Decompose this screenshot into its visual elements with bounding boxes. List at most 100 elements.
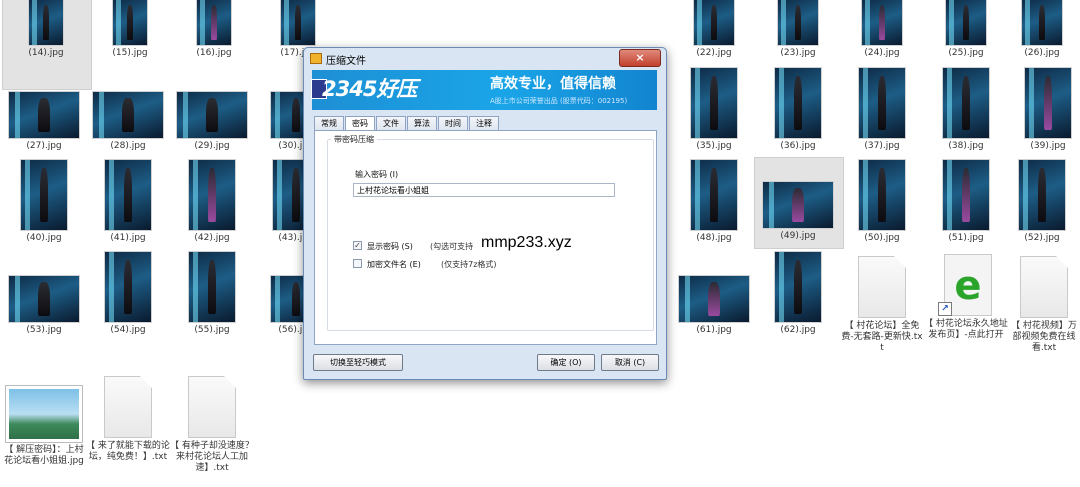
ok-button[interactable]: 确定 (O) [537, 354, 595, 371]
file-50[interactable]: (50).jpg [840, 160, 924, 244]
file-15[interactable]: (15).jpg [88, 0, 172, 59]
shortcut-file[interactable]: e ↗ 【 村花论坛永久地址发布页】-点此打开 [924, 254, 1008, 341]
shortcut-arrow-icon: ↗ [938, 302, 952, 316]
file-61[interactable]: (61).jpg [672, 276, 756, 336]
image-thumbnail [105, 252, 151, 322]
file-29[interactable]: (29).jpg [170, 92, 254, 152]
file-42[interactable]: (42).jpg [170, 160, 254, 244]
show-password-label: 显示密码 (S) [367, 242, 413, 251]
text-file-icon [1020, 256, 1068, 318]
file-name: (49).jpg [780, 231, 816, 241]
file-14[interactable]: (14).jpg [2, 0, 92, 90]
image-thumbnail [1022, 0, 1062, 45]
cancel-button[interactable]: 取消 (C) [601, 354, 659, 371]
file-name: (35).jpg [696, 141, 732, 151]
file-35[interactable]: (35).jpg [672, 68, 756, 152]
file-name: (40).jpg [26, 233, 62, 243]
txt-file-a[interactable]: 【 村花论坛】全免费-无套路-更新快.txt [840, 256, 924, 354]
encrypt-names-note: (仅支持7z格式) [441, 260, 497, 269]
tab-time[interactable]: 时间 [438, 116, 468, 130]
password-input[interactable]: 上村花论坛看小姐姐 [353, 183, 615, 197]
txt-file-c[interactable]: 【 来了就能下载的论坛，纯免费！】.txt [86, 376, 170, 463]
image-thumbnail [943, 68, 989, 138]
close-button[interactable]: × [619, 49, 661, 67]
file-name: 【 村花视频】万部视频免费在线看.txt [1011, 321, 1077, 353]
image-thumbnail [189, 252, 235, 322]
image-thumbnail [943, 160, 989, 230]
file-22[interactable]: (22).jpg [672, 0, 756, 59]
image-file-password[interactable]: 【 解压密码】：上村花论坛看小姐姐.jpg [2, 386, 86, 467]
txt-file-d[interactable]: 【 有种子却没速度？来村花论坛人工加速】.txt [170, 376, 254, 474]
ie-icon: e [954, 263, 982, 309]
image-thumbnail [21, 160, 67, 230]
image-thumbnail [862, 0, 902, 45]
watermark-text: mmp233.xyz [481, 234, 572, 251]
dialog-title: 压缩文件 [326, 56, 366, 67]
file-28[interactable]: (28).jpg [86, 92, 170, 152]
file-51[interactable]: (51).jpg [924, 160, 1008, 244]
txt-file-b[interactable]: 【 村花视频】万部视频免费在线看.txt [1008, 256, 1080, 354]
dialog-titlebar[interactable]: 压缩文件 × [304, 48, 666, 68]
file-23[interactable]: (23).jpg [756, 0, 840, 59]
file-16[interactable]: (16).jpg [172, 0, 256, 59]
group-title: 带密码压缩 [331, 134, 377, 145]
tab-password[interactable]: 密码 [345, 116, 375, 131]
file-name: (52).jpg [1024, 233, 1060, 243]
image-thumbnail [691, 160, 737, 230]
tab-general[interactable]: 常规 [314, 116, 344, 130]
image-thumbnail [778, 0, 818, 45]
file-name: 【 来了就能下载的论坛，纯免费！】.txt [86, 441, 170, 462]
file-52[interactable]: (52).jpg [1000, 160, 1080, 244]
image-thumbnail [859, 160, 905, 230]
file-name: (38).jpg [948, 141, 984, 151]
image-thumbnail [691, 68, 737, 138]
file-41[interactable]: (41).jpg [86, 160, 170, 244]
browser-shortcut-icon: e ↗ [938, 254, 994, 316]
image-thumbnail [694, 0, 734, 45]
password-label: 输入密码 (I) [355, 170, 399, 179]
file-54[interactable]: (54).jpg [86, 252, 170, 336]
file-name: 【 村花论坛永久地址发布页】-点此打开 [924, 319, 1008, 340]
file-name: (16).jpg [196, 48, 232, 58]
show-password-checkbox[interactable]: ✓ [353, 241, 362, 250]
file-name: (15).jpg [112, 48, 148, 58]
file-55[interactable]: (55).jpg [170, 252, 254, 336]
tab-files[interactable]: 文件 [376, 116, 406, 130]
file-36[interactable]: (36).jpg [756, 68, 840, 152]
file-name: (26).jpg [1024, 48, 1060, 58]
switch-mode-button[interactable]: 切换至轻巧模式 [313, 354, 403, 371]
file-name: (53).jpg [26, 325, 62, 335]
image-thumbnail [105, 160, 151, 230]
file-name: 【 解压密码】：上村花论坛看小姐姐.jpg [4, 445, 84, 466]
brand-subline: A股上市公司荣誉出品 (股票代码：002195) [490, 97, 628, 105]
file-name: (48).jpg [696, 233, 732, 243]
file-48[interactable]: (48).jpg [672, 160, 756, 244]
file-38[interactable]: (38).jpg [924, 68, 1008, 152]
file-25[interactable]: (25).jpg [924, 0, 1008, 59]
image-thumbnail [775, 252, 821, 322]
file-40[interactable]: (40).jpg [2, 160, 86, 244]
file-37[interactable]: (37).jpg [840, 68, 924, 152]
image-thumbnail [189, 160, 235, 230]
file-62[interactable]: (62).jpg [756, 252, 840, 336]
image-thumbnail [281, 0, 315, 45]
file-name: (62).jpg [780, 325, 816, 335]
image-thumbnail [93, 92, 163, 138]
file-name: (28).jpg [110, 141, 146, 151]
tab-algorithm[interactable]: 算法 [407, 116, 437, 130]
file-53[interactable]: (53).jpg [2, 276, 86, 336]
file-name: (25).jpg [948, 48, 984, 58]
file-27[interactable]: (27).jpg [2, 92, 86, 152]
file-name: (61).jpg [696, 325, 732, 335]
tab-comment[interactable]: 注释 [469, 116, 499, 130]
file-49[interactable]: (49).jpg [754, 157, 844, 249]
file-name: (14).jpg [28, 48, 64, 58]
file-39[interactable]: (39).jpg [1006, 68, 1080, 152]
file-26[interactable]: (26).jpg [1000, 0, 1080, 59]
encrypt-names-checkbox[interactable] [353, 259, 362, 268]
file-24[interactable]: (24).jpg [840, 0, 924, 59]
image-thumbnail [113, 0, 147, 45]
image-thumbnail [427, 0, 495, 45]
encrypt-names-label: 加密文件名 (E) [367, 260, 421, 269]
image-thumbnail [9, 276, 79, 322]
